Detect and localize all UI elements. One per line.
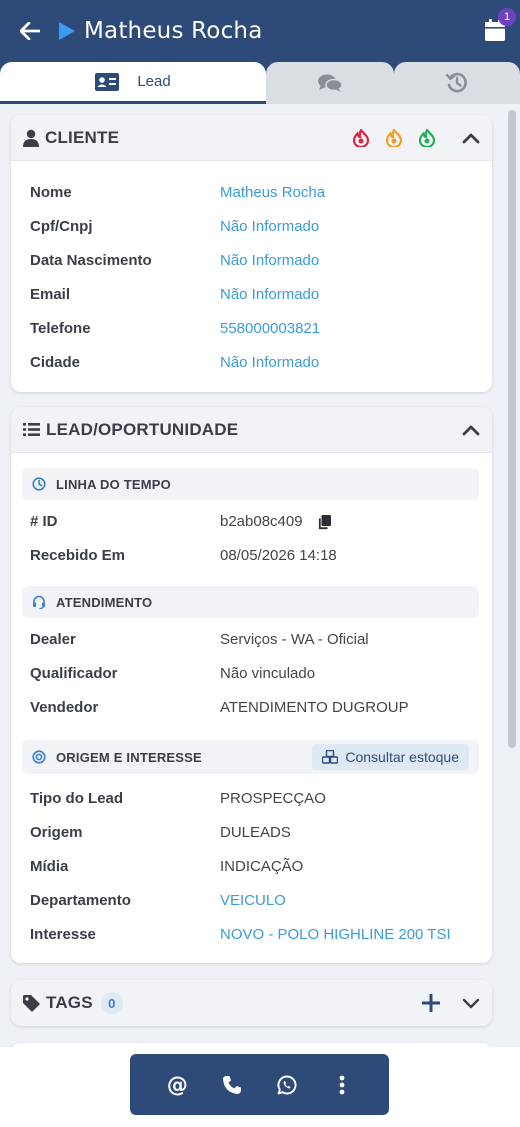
client-card: CLIENTE Nome Matheus Rocha Cpf/Cnpj Não …	[11, 115, 492, 392]
check-stock-button[interactable]: Consultar estoque	[312, 744, 469, 770]
field-label-media: Mídia	[30, 858, 69, 875]
calendar-button[interactable]: 1	[482, 8, 516, 44]
lead-card-header[interactable]: LEAD/OPORTUNIDADE	[11, 407, 492, 453]
chevron-up-icon[interactable]	[460, 419, 482, 441]
field-value-lead-type: PROSPECÇAO	[220, 790, 326, 807]
fire-icon-warm[interactable]	[386, 129, 402, 147]
arrow-left-icon	[20, 22, 40, 40]
fire-icon-cold[interactable]	[419, 129, 435, 147]
field-value-email[interactable]: Não Informado	[220, 286, 319, 303]
back-button[interactable]	[0, 0, 60, 62]
boxes-icon	[322, 750, 339, 764]
lead-card: LEAD/OPORTUNIDADE LINHA DO TEMPO # ID b2…	[11, 407, 492, 963]
whatsapp-button[interactable]	[269, 1067, 305, 1103]
tags-card: TAGS 0	[11, 980, 492, 1026]
check-stock-label: Consultar estoque	[345, 749, 459, 765]
tab-lead-label: Lead	[137, 73, 171, 90]
bottom-action-bar: @	[130, 1054, 389, 1115]
tags-card-header[interactable]: TAGS 0	[11, 980, 492, 1026]
tab-lead[interactable]: Lead	[0, 62, 266, 104]
tab-conversations[interactable]	[266, 62, 394, 104]
call-button[interactable]	[214, 1067, 250, 1103]
field-label-cidade: Cidade	[30, 354, 81, 371]
field-value-cpf[interactable]: Não Informado	[220, 218, 319, 235]
field-value-nome[interactable]: Matheus Rocha	[220, 184, 325, 201]
play-icon	[58, 21, 76, 41]
scrollbar[interactable]	[508, 110, 516, 748]
history-icon	[446, 72, 467, 93]
field-label-origin: Origem	[30, 824, 83, 841]
top-app-bar: Matheus Rocha 1	[0, 0, 520, 62]
plus-icon[interactable]	[422, 994, 440, 1012]
section-timeline-title: LINHA DO TEMPO	[56, 476, 171, 492]
mention-button[interactable]: @	[159, 1067, 195, 1103]
field-label-email: Email	[30, 286, 71, 303]
field-value-telefone[interactable]: 558000003821	[220, 320, 320, 337]
list-icon	[23, 423, 40, 436]
target-icon	[32, 750, 46, 764]
section-service-title: ATENDIMENTO	[56, 594, 153, 610]
field-value-received: 08/05/2026 14:18	[220, 547, 337, 564]
field-label-department: Departamento	[30, 892, 131, 909]
field-label-interest: Interesse	[30, 926, 96, 943]
client-card-title: CLIENTE	[45, 127, 120, 147]
field-label-dealer: Dealer	[30, 631, 76, 648]
section-origin-interest: ORIGEM E INTERESSE Consultar estoque	[22, 740, 479, 774]
section-service: ATENDIMENTO	[22, 586, 479, 618]
field-value-department[interactable]: VEICULO	[220, 892, 286, 909]
section-timeline: LINHA DO TEMPO	[22, 468, 479, 500]
notification-badge: 1	[498, 8, 516, 26]
chevron-down-icon[interactable]	[460, 992, 482, 1014]
tag-icon	[23, 994, 40, 1012]
tab-bar: Lead	[0, 62, 520, 104]
field-label-seller: Vendedor	[30, 699, 99, 716]
lead-card-title: LEAD/OPORTUNIDADE	[46, 419, 239, 439]
field-label-nome: Nome	[30, 184, 72, 201]
field-label-telefone: Telefone	[30, 320, 91, 337]
page-title: Matheus Rocha	[84, 18, 263, 44]
more-vertical-icon	[339, 1075, 345, 1094]
field-value-media: INDICAÇÃO	[220, 858, 304, 875]
field-value-seller: ATENDIMENTO DUGROUP	[220, 699, 409, 716]
field-label-id: # ID	[30, 513, 58, 530]
headset-icon	[33, 595, 45, 609]
field-label-lead-type: Tipo do Lead	[30, 790, 124, 807]
tags-card-title: TAGS	[46, 993, 93, 1012]
client-card-header[interactable]: CLIENTE	[11, 115, 492, 161]
field-label-received: Recebido Em	[30, 547, 126, 564]
more-options-button[interactable]	[324, 1067, 360, 1103]
lead-details-scroll[interactable]: CLIENTE Nome Matheus Rocha Cpf/Cnpj Não …	[0, 104, 520, 1047]
field-value-interest[interactable]: NOVO - POLO HIGHLINE 200 TSI	[220, 926, 451, 943]
at-sign-icon: @	[166, 1072, 188, 1097]
field-label-qualifier: Qualificador	[30, 665, 118, 682]
field-value-id: b2ab08c409	[220, 513, 303, 530]
chevron-up-icon[interactable]	[460, 127, 482, 149]
field-label-cpf: Cpf/Cnpj	[30, 218, 93, 235]
copy-icon[interactable]	[318, 515, 331, 530]
clock-icon	[32, 477, 46, 491]
fire-icon-hot[interactable]	[353, 129, 369, 147]
tab-history[interactable]	[394, 62, 520, 104]
field-value-cidade[interactable]: Não Informado	[220, 354, 319, 371]
comments-icon	[318, 74, 343, 92]
field-value-dealer: Serviços - WA - Oficial	[220, 631, 369, 648]
id-card-icon	[95, 72, 120, 91]
field-label-nascimento: Data Nascimento	[30, 252, 152, 269]
whatsapp-icon	[277, 1075, 297, 1094]
phone-icon	[223, 1075, 242, 1094]
field-value-origin: DULEADS	[220, 824, 291, 841]
tags-count-badge: 0	[100, 992, 123, 1014]
field-value-qualifier: Não vinculado	[220, 665, 316, 682]
user-icon	[23, 129, 39, 147]
section-origin-title: ORIGEM E INTERESSE	[56, 749, 202, 765]
field-value-nascimento[interactable]: Não Informado	[220, 252, 319, 269]
